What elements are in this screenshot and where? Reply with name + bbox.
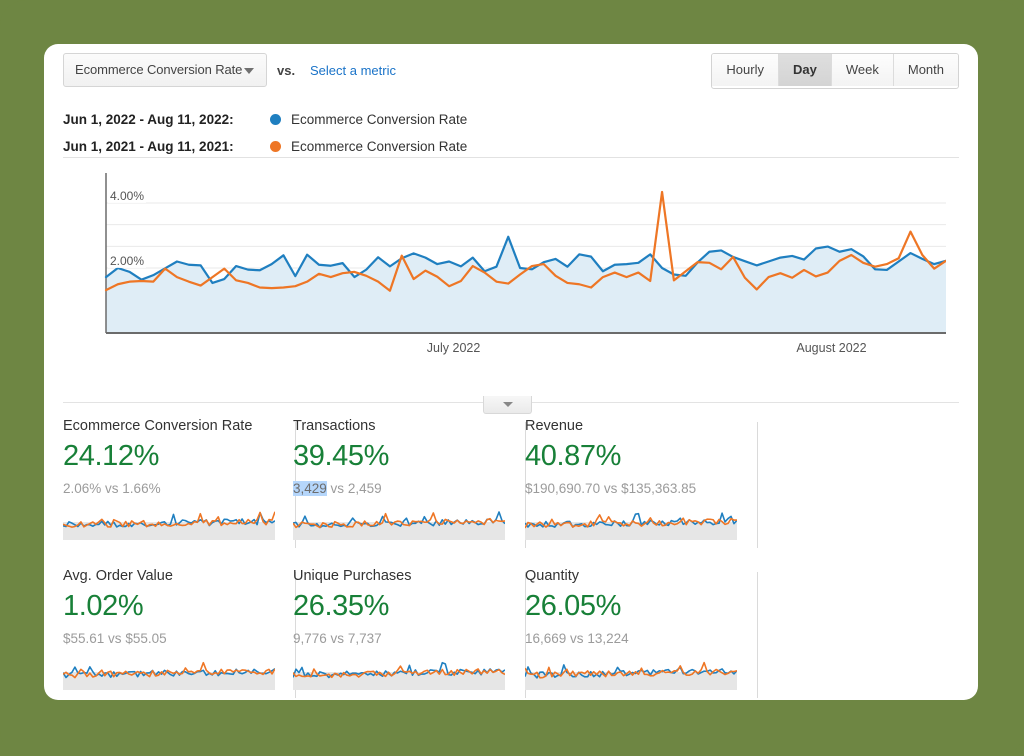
metric-card-previous-value: 7,737: [348, 631, 382, 646]
metric-card[interactable]: Unique Purchases 26.35% 9,776 vs 7,737: [293, 568, 526, 700]
granularity-week[interactable]: Week: [832, 54, 894, 86]
metric-card-title: Ecommerce Conversion Rate: [63, 418, 252, 434]
chart-plot-area[interactable]: 4.00%2.00%July 2022August 2022: [62, 171, 946, 347]
metric-card-comparison: 9,776 vs 7,737: [293, 631, 382, 646]
metric-card-sparkline: [293, 658, 505, 690]
metric-card-current-value: 9,776: [293, 631, 327, 646]
legend-row: Jun 1, 2021 - Aug 11, 2021: Ecommerce Con…: [63, 133, 663, 160]
metric-card-vs-label: vs: [327, 481, 348, 496]
metric-card-title: Unique Purchases: [293, 568, 412, 584]
chart-y-tick-label: 4.00%: [108, 189, 146, 203]
metric-card-sparkline: [525, 658, 737, 690]
chart-x-tick-label: July 2022: [427, 341, 481, 355]
legend-metric-name: Ecommerce Conversion Rate: [291, 139, 467, 154]
chart-toolbar: Ecommerce Conversion Rate vs. Select a m…: [44, 44, 978, 102]
metric-card-change: 26.35%: [293, 590, 389, 623]
metric-card-vs-label: vs: [104, 631, 125, 646]
metric-card[interactable]: Ecommerce Conversion Rate 24.12% 2.06% vs …: [63, 418, 296, 552]
metric-card-vs-label: vs: [566, 631, 587, 646]
legend-row: Jun 1, 2022 - Aug 11, 2022: Ecommerce Con…: [63, 106, 663, 133]
metric-card-change: 1.02%: [63, 590, 143, 623]
metric-card-row: Ecommerce Conversion Rate 24.12% 2.06% vs …: [44, 418, 978, 568]
metric-card-change: 40.87%: [525, 440, 621, 473]
metric-card-previous-value: 13,224: [587, 631, 628, 646]
metric-card-current-value: $55.61: [63, 631, 104, 646]
metric-card-title: Avg. Order Value: [63, 568, 173, 584]
metric-card-sparkline: [293, 508, 505, 540]
metric-card-comparison: 3,429 vs 2,459: [293, 481, 382, 496]
chevron-down-icon: [244, 68, 254, 74]
metric-card-previous-value: $135,363.85: [621, 481, 696, 496]
chart-legend: Jun 1, 2022 - Aug 11, 2022: Ecommerce Con…: [63, 106, 663, 160]
metric-card-previous-value: 2,459: [348, 481, 382, 496]
chart-x-tick-label: August 2022: [796, 341, 866, 355]
metric-card-sparkline: [525, 508, 737, 540]
legend-color-dot: [270, 114, 281, 125]
report-card: Ecommerce Conversion Rate vs. Select a m…: [44, 44, 978, 700]
granularity-month[interactable]: Month: [894, 54, 958, 86]
card-divider: [757, 422, 758, 548]
metric-card-current-value: 16,669: [525, 631, 566, 646]
card-divider: [757, 572, 758, 698]
metric-card-row: Avg. Order Value 1.02% $55.61 vs $55.05 Uni…: [44, 568, 978, 700]
legend-date-range: Jun 1, 2022 - Aug 11, 2022:: [63, 112, 270, 127]
chart-top-rule: [63, 157, 959, 158]
granularity-day[interactable]: Day: [779, 54, 832, 86]
metric-card-current-value: $190,690.70: [525, 481, 600, 496]
metric-card-vs-label: vs: [600, 481, 621, 496]
collapse-chart-button[interactable]: [483, 396, 532, 414]
metric-card-comparison: 16,669 vs 13,224: [525, 631, 629, 646]
granularity-hourly[interactable]: Hourly: [712, 54, 779, 86]
chevron-down-icon: [503, 402, 513, 407]
metric-card-title: Transactions: [293, 418, 375, 434]
metric-card-vs-label: vs: [327, 631, 348, 646]
legend-metric-name: Ecommerce Conversion Rate: [291, 112, 467, 127]
metric-card-comparison: $190,690.70 vs $135,363.85: [525, 481, 696, 496]
main-chart[interactable]: 4.00% 2.00% July 2022 August 2022: [44, 157, 978, 357]
metric-card-current-value: 3,429: [293, 481, 327, 496]
page-background: Ecommerce Conversion Rate vs. Select a m…: [0, 0, 1024, 756]
metric-card[interactable]: Revenue 40.87% $190,690.70 vs $135,363.85: [525, 418, 758, 552]
metric-card-previous-value: 1.66%: [122, 481, 160, 496]
metric-card-grid: Ecommerce Conversion Rate 24.12% 2.06% vs …: [44, 418, 978, 700]
metric-card-comparison: 2.06% vs 1.66%: [63, 481, 161, 496]
metric-card-change: 24.12%: [63, 440, 159, 473]
metric-card[interactable]: Transactions 39.45% 3,429 vs 2,459: [293, 418, 526, 552]
granularity-toggle-group[interactable]: HourlyDayWeekMonth: [711, 53, 959, 89]
metric-card-comparison: $55.61 vs $55.05: [63, 631, 167, 646]
metric-card-vs-label: vs: [101, 481, 122, 496]
vs-label: vs.: [277, 63, 295, 78]
metric-card-change: 39.45%: [293, 440, 389, 473]
metric-card[interactable]: Quantity 26.05% 16,669 vs 13,224: [525, 568, 758, 700]
select-a-metric-link[interactable]: Select a metric: [310, 63, 396, 78]
chart-y-tick-label: 2.00%: [108, 254, 146, 268]
metric-card[interactable]: Avg. Order Value 1.02% $55.61 vs $55.05: [63, 568, 296, 700]
legend-color-dot: [270, 141, 281, 152]
metric-card-sparkline: [63, 658, 275, 690]
metric-card-previous-value: $55.05: [125, 631, 166, 646]
metric-card-current-value: 2.06%: [63, 481, 101, 496]
metric-card-title: Quantity: [525, 568, 579, 584]
metric-card-sparkline: [63, 508, 275, 540]
legend-date-range: Jun 1, 2021 - Aug 11, 2021:: [63, 139, 270, 154]
metric-card-title: Revenue: [525, 418, 583, 434]
metric-select-value: Ecommerce Conversion Rate: [75, 62, 242, 77]
metric-select[interactable]: Ecommerce Conversion Rate: [63, 53, 267, 87]
metric-card-change: 26.05%: [525, 590, 621, 623]
